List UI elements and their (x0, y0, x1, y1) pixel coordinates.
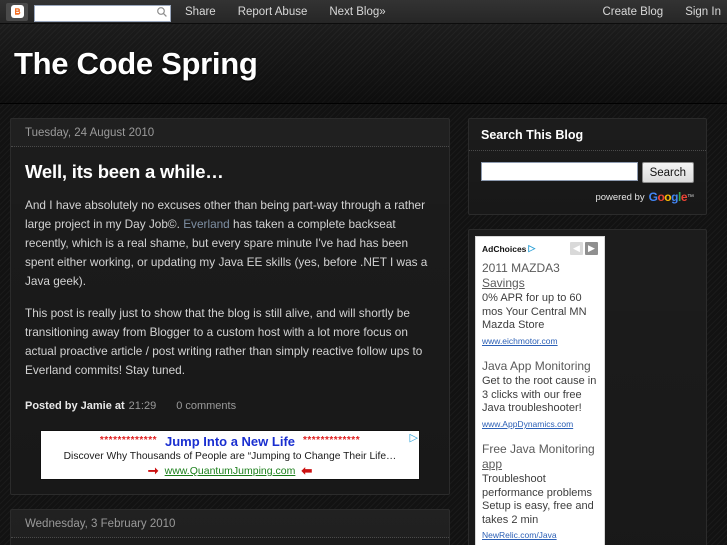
blog-header: The Code Spring (0, 24, 727, 104)
ad-url[interactable]: NewRelic.com/Java (482, 530, 598, 540)
post-footer: Posted by Jamie at 21:29 0 comments (11, 396, 449, 424)
search-button[interactable]: Search (641, 162, 694, 183)
widget-title: Search This Blog (469, 119, 706, 151)
ad-description: 0% APR for up to 60 mos Your Central MN … (482, 292, 587, 332)
navbar-link-sign-in[interactable]: Sign In (685, 6, 721, 18)
ad-title[interactable]: Free Java Monitoring app (482, 442, 598, 471)
adchoices-text: AdChoices (482, 243, 527, 254)
post-comments-link[interactable]: 0 comments (176, 400, 236, 412)
sidebar-ad-widget: AdChoices ▷ ◀ ▶ 2011 MAZDA3 Savings 0% A… (468, 229, 707, 545)
post-paragraph: This post is really just to show that th… (25, 305, 423, 377)
ad-listing[interactable]: Java App Monitoring Get to the root caus… (482, 359, 598, 429)
chevron-left-icon[interactable]: ◀ (570, 242, 583, 255)
arrow-right-icon: ➞ (147, 463, 159, 479)
navbar-right-links: Create Blog Sign In (580, 6, 721, 18)
ad-title-line2: Savings (482, 275, 525, 290)
ad-description: Troubleshoot performance problems Setup … (482, 473, 594, 526)
ad-url[interactable]: www.AppDynamics.com (482, 419, 598, 429)
adunit-nav-buttons: ◀ ▶ (570, 242, 598, 255)
navbar-link-share[interactable]: Share (185, 6, 216, 18)
post-body: Well, its been a while… And I have absol… (11, 147, 449, 396)
adunit-header: AdChoices ▷ ◀ ▶ (482, 242, 598, 255)
post-date: Tuesday, 24 August 2010 (11, 119, 449, 147)
navbar-links: Share Report Abuse Next Blog» (185, 6, 408, 18)
ad-title-line1: Free Java Monitoring (482, 441, 595, 456)
blog-post: Wednesday, 3 February 2010 Azure / Silve… (10, 508, 450, 545)
banner-ad-headline-row: ************* Jump Into a New Life *****… (41, 431, 419, 450)
adchoices-triangle-icon: ▷ (528, 243, 536, 253)
navbar-link-next-blog[interactable]: Next Blog» (329, 6, 385, 18)
banner-ad-stars-left: ************* (99, 435, 157, 447)
post-title[interactable]: Well, its been a while… (25, 161, 435, 183)
inline-banner-ad[interactable]: ▷ ************* Jump Into a New Life ***… (40, 429, 420, 480)
page-title[interactable]: The Code Spring (14, 46, 258, 82)
ad-title[interactable]: 2011 MAZDA3 Savings (482, 261, 598, 290)
post-date: Wednesday, 3 February 2010 (11, 510, 449, 538)
blogger-b-icon[interactable] (6, 2, 28, 21)
post-author-label: Posted by Jamie at (25, 399, 125, 412)
banner-ad-subtitle: Discover Why Thousands of People are “Ju… (63, 450, 397, 462)
post-paragraph: And I have absolutely no excuses other t… (25, 196, 435, 292)
ad-description: Get to the root cause in 3 clicks with o… (482, 375, 597, 415)
trademark-symbol: ™ (687, 193, 694, 201)
search-row: Search (481, 162, 694, 183)
ad-url[interactable]: www.eichmotor.com (482, 336, 598, 346)
ad-title[interactable]: Java App Monitoring (482, 359, 598, 374)
adchoices-label[interactable]: AdChoices ▷ (482, 244, 535, 254)
banner-ad-url[interactable]: www.QuantumJumping.com (165, 465, 296, 477)
ad-listing[interactable]: Free Java Monitoring app Troubleshoot pe… (482, 442, 598, 540)
adsense-ad-unit: AdChoices ▷ ◀ ▶ 2011 MAZDA3 Savings 0% A… (475, 236, 605, 545)
navbar-link-report-abuse[interactable]: Report Abuse (238, 6, 308, 18)
post-body: Azure / Silverlight hosting Rather stupi… (11, 538, 449, 545)
navbar-link-create-blog[interactable]: Create Blog (602, 6, 663, 18)
powered-by-label: powered by (595, 191, 645, 203)
page-layout: Tuesday, 24 August 2010 Well, its been a… (0, 104, 727, 545)
google-letter: g (671, 190, 678, 204)
blog-post: Tuesday, 24 August 2010 Well, its been a… (10, 118, 450, 495)
blogger-navbar: Share Report Abuse Next Blog» Create Blo… (0, 0, 727, 24)
google-logo: Google (649, 190, 688, 204)
banner-ad-link-row: ➞ www.QuantumJumping.com ⬅ (41, 464, 419, 477)
sidebar: Search This Blog Search powered by Googl… (468, 118, 707, 545)
search-input[interactable] (481, 162, 638, 181)
main-column: Tuesday, 24 August 2010 Well, its been a… (10, 118, 450, 545)
post-time: 21:29 (128, 399, 157, 412)
widget-body: Search powered by Google ™ (469, 151, 706, 214)
banner-ad-stars-right: ************* (303, 435, 361, 447)
navbar-search[interactable] (34, 3, 171, 22)
post-inline-link-everland[interactable]: Everland (183, 217, 230, 231)
ad-title-line1: 2011 MAZDA3 (482, 261, 560, 275)
search-this-blog-widget: Search This Blog Search powered by Googl… (468, 118, 707, 215)
powered-by-google: powered by Google ™ (481, 190, 694, 204)
ad-title-line2: app (482, 456, 503, 471)
ad-listing[interactable]: 2011 MAZDA3 Savings 0% APR for up to 60 … (482, 261, 598, 346)
adchoices-triangle-icon[interactable]: ▷ (410, 432, 418, 444)
inline-banner-ad-container: ▷ ************* Jump Into a New Life ***… (11, 424, 449, 494)
navbar-search-input[interactable] (34, 4, 171, 22)
banner-ad-headline: Jump Into a New Life (164, 433, 295, 449)
arrow-left-icon: ⬅ (301, 463, 313, 479)
chevron-right-icon[interactable]: ▶ (585, 242, 598, 255)
